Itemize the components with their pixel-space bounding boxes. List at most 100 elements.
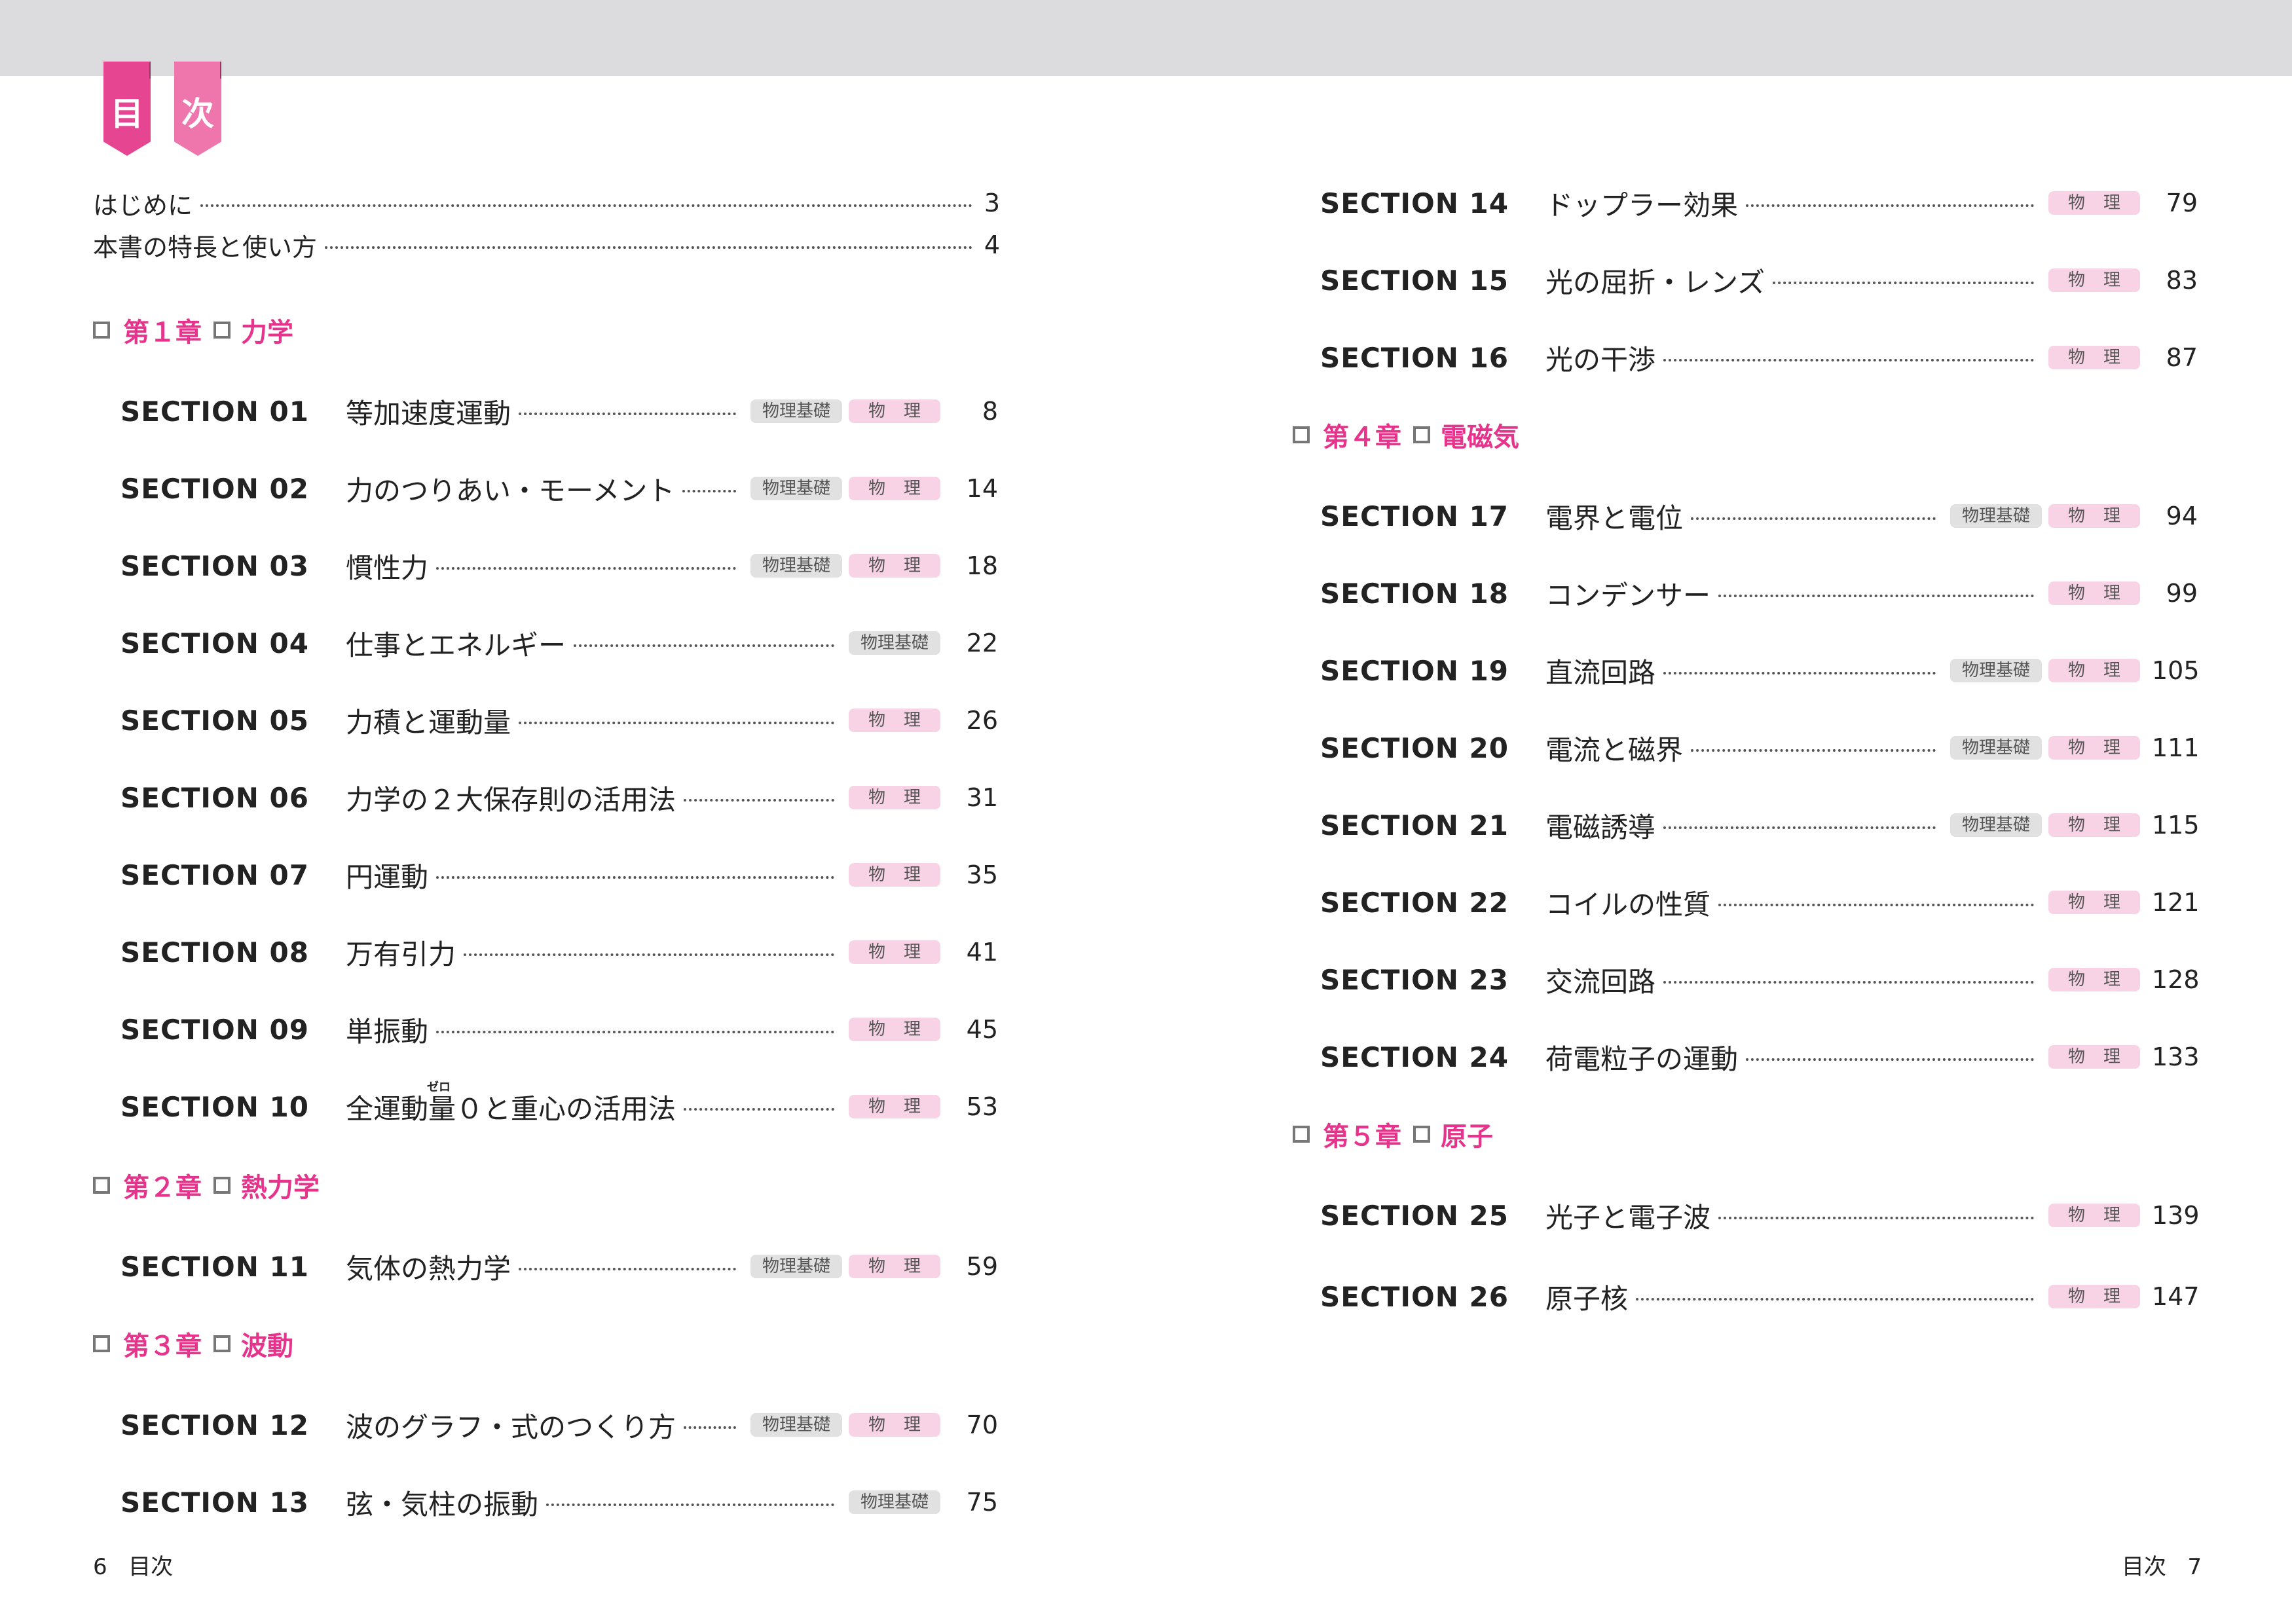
section-label: SECTION 08 [120,936,309,969]
section-label: SECTION 04 [120,627,309,659]
section-entry[interactable]: SECTION 16 光の干渉 物理 87 [1320,338,2198,377]
section-entry[interactable]: SECTION 08 万有引力 物理 41 [120,932,998,972]
page-number: 35 [966,860,998,889]
section-label: SECTION 25 [1320,1199,1509,1232]
section-entry[interactable]: SECTION 22 コイルの性質 物理 121 [1320,883,2200,922]
section-label: SECTION 21 [1320,809,1509,841]
section-entry[interactable]: SECTION 17 電界と電位 物理基礎 物理 94 [1320,496,2198,536]
toc-ribbon-2: 次 [174,62,221,156]
leader-dots [684,1426,736,1429]
page-number: 41 [966,938,998,967]
tag-physics: 物理 [849,477,940,500]
section-entry[interactable]: SECTION 10 全運動量０と重心の活用法 物理 53 [120,1087,998,1126]
page-number: 14 [966,474,998,503]
page-number: 121 [2152,888,2200,917]
square-icon [93,322,110,339]
intro-entry[interactable]: 本書の特長と使い方 4 [93,225,1000,265]
intro-entry[interactable]: はじめに 3 [93,183,1000,223]
leader-dots [1663,359,2034,361]
leader-dots [574,644,834,647]
chapter-heading: 第２章 熱力学 [93,1166,320,1205]
section-entry[interactable]: SECTION 04 仕事とエネルギー 物理基礎 22 [120,623,998,663]
tag-physics: 物理 [2048,736,2140,760]
leader-dots [684,799,834,802]
section-entry[interactable]: SECTION 12 波のグラフ・式のつくり方 物理基礎 物理 70 [120,1405,998,1445]
page-number: 133 [2152,1043,2200,1071]
leader-dots [1773,282,2034,284]
tag-physics-basic: 物理基礎 [1950,813,2042,837]
section-entry[interactable]: SECTION 05 力積と運動量 物理 26 [120,701,998,740]
leader-dots [1718,1217,2034,1219]
section-entry[interactable]: SECTION 18 コンデンサー 物理 99 [1320,574,2198,613]
section-entry[interactable]: SECTION 19 直流回路 物理基礎 物理 105 [1320,651,2200,690]
section-entry[interactable]: SECTION 21 電磁誘導 物理基礎 物理 115 [1320,805,2200,845]
section-entry[interactable]: SECTION 26 原子核 物理 147 [1320,1277,2200,1316]
footer-page-number: 6 [93,1554,107,1580]
tag-physics: 物理 [2048,813,2140,837]
chapter-heading: 第４章 電磁気 [1293,415,1519,454]
section-entry[interactable]: SECTION 13 弦・気柱の振動 物理基礎 75 [120,1483,998,1522]
section-title: 交流回路 [1545,965,1656,998]
section-title: 電流と磁界 [1545,733,1684,766]
tag-physics: 物理 [2048,191,2140,215]
square-icon [213,1335,231,1352]
footer-page-number: 7 [2187,1554,2202,1580]
section-title: 慣性力 [346,551,429,584]
tag-physics: 物理 [2048,504,2140,528]
leader-dots [1746,1058,2034,1061]
section-entry[interactable]: SECTION 02 力のつりあい・モーメント 物理基礎 物理 14 [120,469,998,508]
tag-physics: 物理 [2048,1045,2140,1069]
section-title: 等加速度運動 [346,397,511,430]
square-icon [1293,1126,1310,1143]
section-entry[interactable]: SECTION 20 電流と磁界 物理基礎 物理 111 [1320,728,2200,767]
toc-ribbon-1: 目 [103,62,151,156]
section-label: SECTION 14 [1320,187,1509,219]
tag-physics-basic: 物理基礎 [750,1255,842,1278]
section-title: ドップラー効果 [1545,189,1739,221]
leader-dots [546,1504,834,1506]
tag-physics-basic: 物理基礎 [849,1490,940,1514]
tag-physics: 物理 [849,1255,940,1278]
section-title: 光子と電子波 [1545,1201,1711,1234]
section-label: SECTION 11 [120,1250,309,1283]
tag-physics: 物理 [849,399,940,423]
tag-physics: 物理 [849,1413,940,1437]
section-entry[interactable]: SECTION 11 気体の熱力学 物理基礎 物理 59 [120,1247,998,1286]
section-entry[interactable]: SECTION 15 光の屈折・レンズ 物理 83 [1320,261,2198,300]
chapter-heading: 第３章 波動 [93,1324,293,1363]
section-entry[interactable]: SECTION 03 慣性力 物理基礎 物理 18 [120,546,998,585]
tag-physics: 物理 [2048,968,2140,991]
section-label: SECTION 19 [1320,654,1509,687]
page-number: 8 [982,397,998,426]
tag-physics-basic: 物理基礎 [1950,504,2042,528]
chapter-name: 電磁気 [1441,422,1519,452]
tag-physics-basic: 物理基礎 [849,631,940,655]
tag-physics: 物理 [2048,1285,2140,1308]
leader-dots [1691,749,1936,752]
leader-dots [1636,1298,2034,1301]
page-number: 79 [2166,189,2198,217]
section-label: SECTION 16 [1320,341,1509,374]
section-entry[interactable]: SECTION 23 交流回路 物理 128 [1320,960,2200,999]
section-entry[interactable]: SECTION 14 ドップラー効果 物理 79 [1320,183,2198,223]
page-number: 99 [2166,579,2198,608]
section-entry[interactable]: SECTION 07 円運動 物理 35 [120,855,998,895]
section-title: コンデンサー [1545,579,1711,612]
section-title: 弦・気柱の振動 [346,1488,539,1521]
section-entry[interactable]: SECTION 25 光子と電子波 物理 139 [1320,1196,2200,1235]
page-number: 4 [984,231,1000,259]
page-number: 111 [2152,733,2200,762]
tag-physics: 物理 [2048,581,2140,605]
square-icon [1413,426,1430,443]
square-icon [213,1177,231,1194]
leader-dots [682,490,736,492]
chapter-label: 第２章 [123,1173,202,1203]
page-number: 147 [2152,1282,2200,1311]
section-entry[interactable]: SECTION 06 力学の２大保存則の活用法 物理 31 [120,778,998,817]
section-entry[interactable]: SECTION 09 単振動 物理 45 [120,1010,998,1049]
section-entry[interactable]: SECTION 24 荷電粒子の運動 物理 133 [1320,1037,2200,1077]
tag-physics-basic: 物理基礎 [750,477,842,500]
section-title: 電磁誘導 [1545,811,1656,843]
section-entry[interactable]: SECTION 01 等加速度運動 物理基礎 物理 8 [120,392,998,431]
tag-physics: 物理 [2048,659,2140,682]
